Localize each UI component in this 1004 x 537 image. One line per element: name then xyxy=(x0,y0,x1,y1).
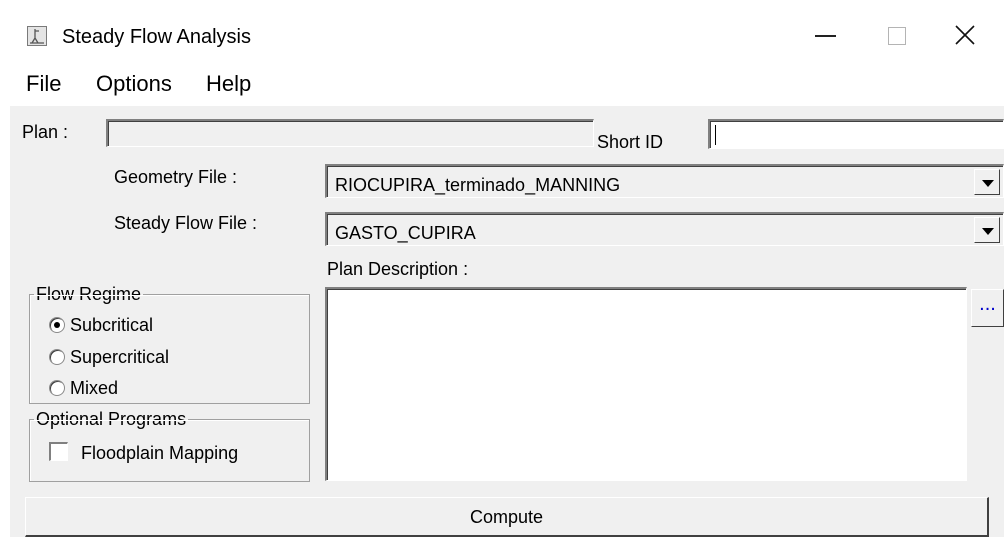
plan-description-textarea[interactable] xyxy=(325,287,967,481)
optional-programs-title: Optional Programs xyxy=(34,408,189,430)
subcritical-label[interactable]: Subcritical xyxy=(70,314,153,336)
short-id-field[interactable] xyxy=(708,119,1004,149)
mixed-label[interactable]: Mixed xyxy=(70,377,118,399)
plan-description-more-button[interactable]: ... xyxy=(971,289,1004,327)
menu-file[interactable]: File xyxy=(26,70,61,98)
plan-label: Plan : xyxy=(22,122,69,142)
mixed-radio[interactable] xyxy=(49,380,65,396)
geometry-file-label: Geometry File : xyxy=(114,167,238,187)
hec-ras-icon[interactable] xyxy=(27,26,47,46)
floodplain-mapping-checkbox[interactable] xyxy=(49,442,68,461)
geometry-file-select[interactable]: RIOCUPIRA_terminado_MANNING xyxy=(325,164,1004,198)
geometry-file-value: RIOCUPIRA_terminado_MANNING xyxy=(335,175,621,195)
window-title: Steady Flow Analysis xyxy=(62,26,251,48)
menu-options[interactable]: Options xyxy=(96,70,172,98)
text-caret xyxy=(715,125,716,145)
flow-regime-title: Flow Regime xyxy=(34,283,144,305)
chevron-down-icon[interactable] xyxy=(974,169,1000,195)
maximize-icon[interactable] xyxy=(862,10,932,60)
floodplain-mapping-label[interactable]: Floodplain Mapping xyxy=(81,442,238,464)
steady-flow-file-select[interactable]: GASTO_CUPIRA xyxy=(325,212,1004,246)
steady-flow-file-label: Steady Flow File : xyxy=(114,213,258,233)
window-left-edge xyxy=(0,0,10,537)
menu-bar: File Options Help xyxy=(10,64,1004,106)
close-icon[interactable] xyxy=(930,10,1000,60)
plan-description-label: Plan Description : xyxy=(327,259,469,279)
compute-button[interactable]: Compute xyxy=(25,497,989,537)
menu-help[interactable]: Help xyxy=(206,70,251,98)
subcritical-radio[interactable] xyxy=(49,317,65,333)
steady-flow-file-value: GASTO_CUPIRA xyxy=(335,223,476,243)
supercritical-radio[interactable] xyxy=(49,349,65,365)
short-id-label: Short ID xyxy=(597,132,664,152)
chevron-down-icon[interactable] xyxy=(974,217,1000,243)
minimize-icon[interactable] xyxy=(791,10,861,60)
plan-field[interactable] xyxy=(106,119,594,147)
steady-flow-analysis-window: Steady Flow Analysis File Options Help P… xyxy=(0,0,1004,537)
supercritical-label[interactable]: Supercritical xyxy=(70,346,169,368)
title-bar[interactable]: Steady Flow Analysis xyxy=(10,0,1004,64)
